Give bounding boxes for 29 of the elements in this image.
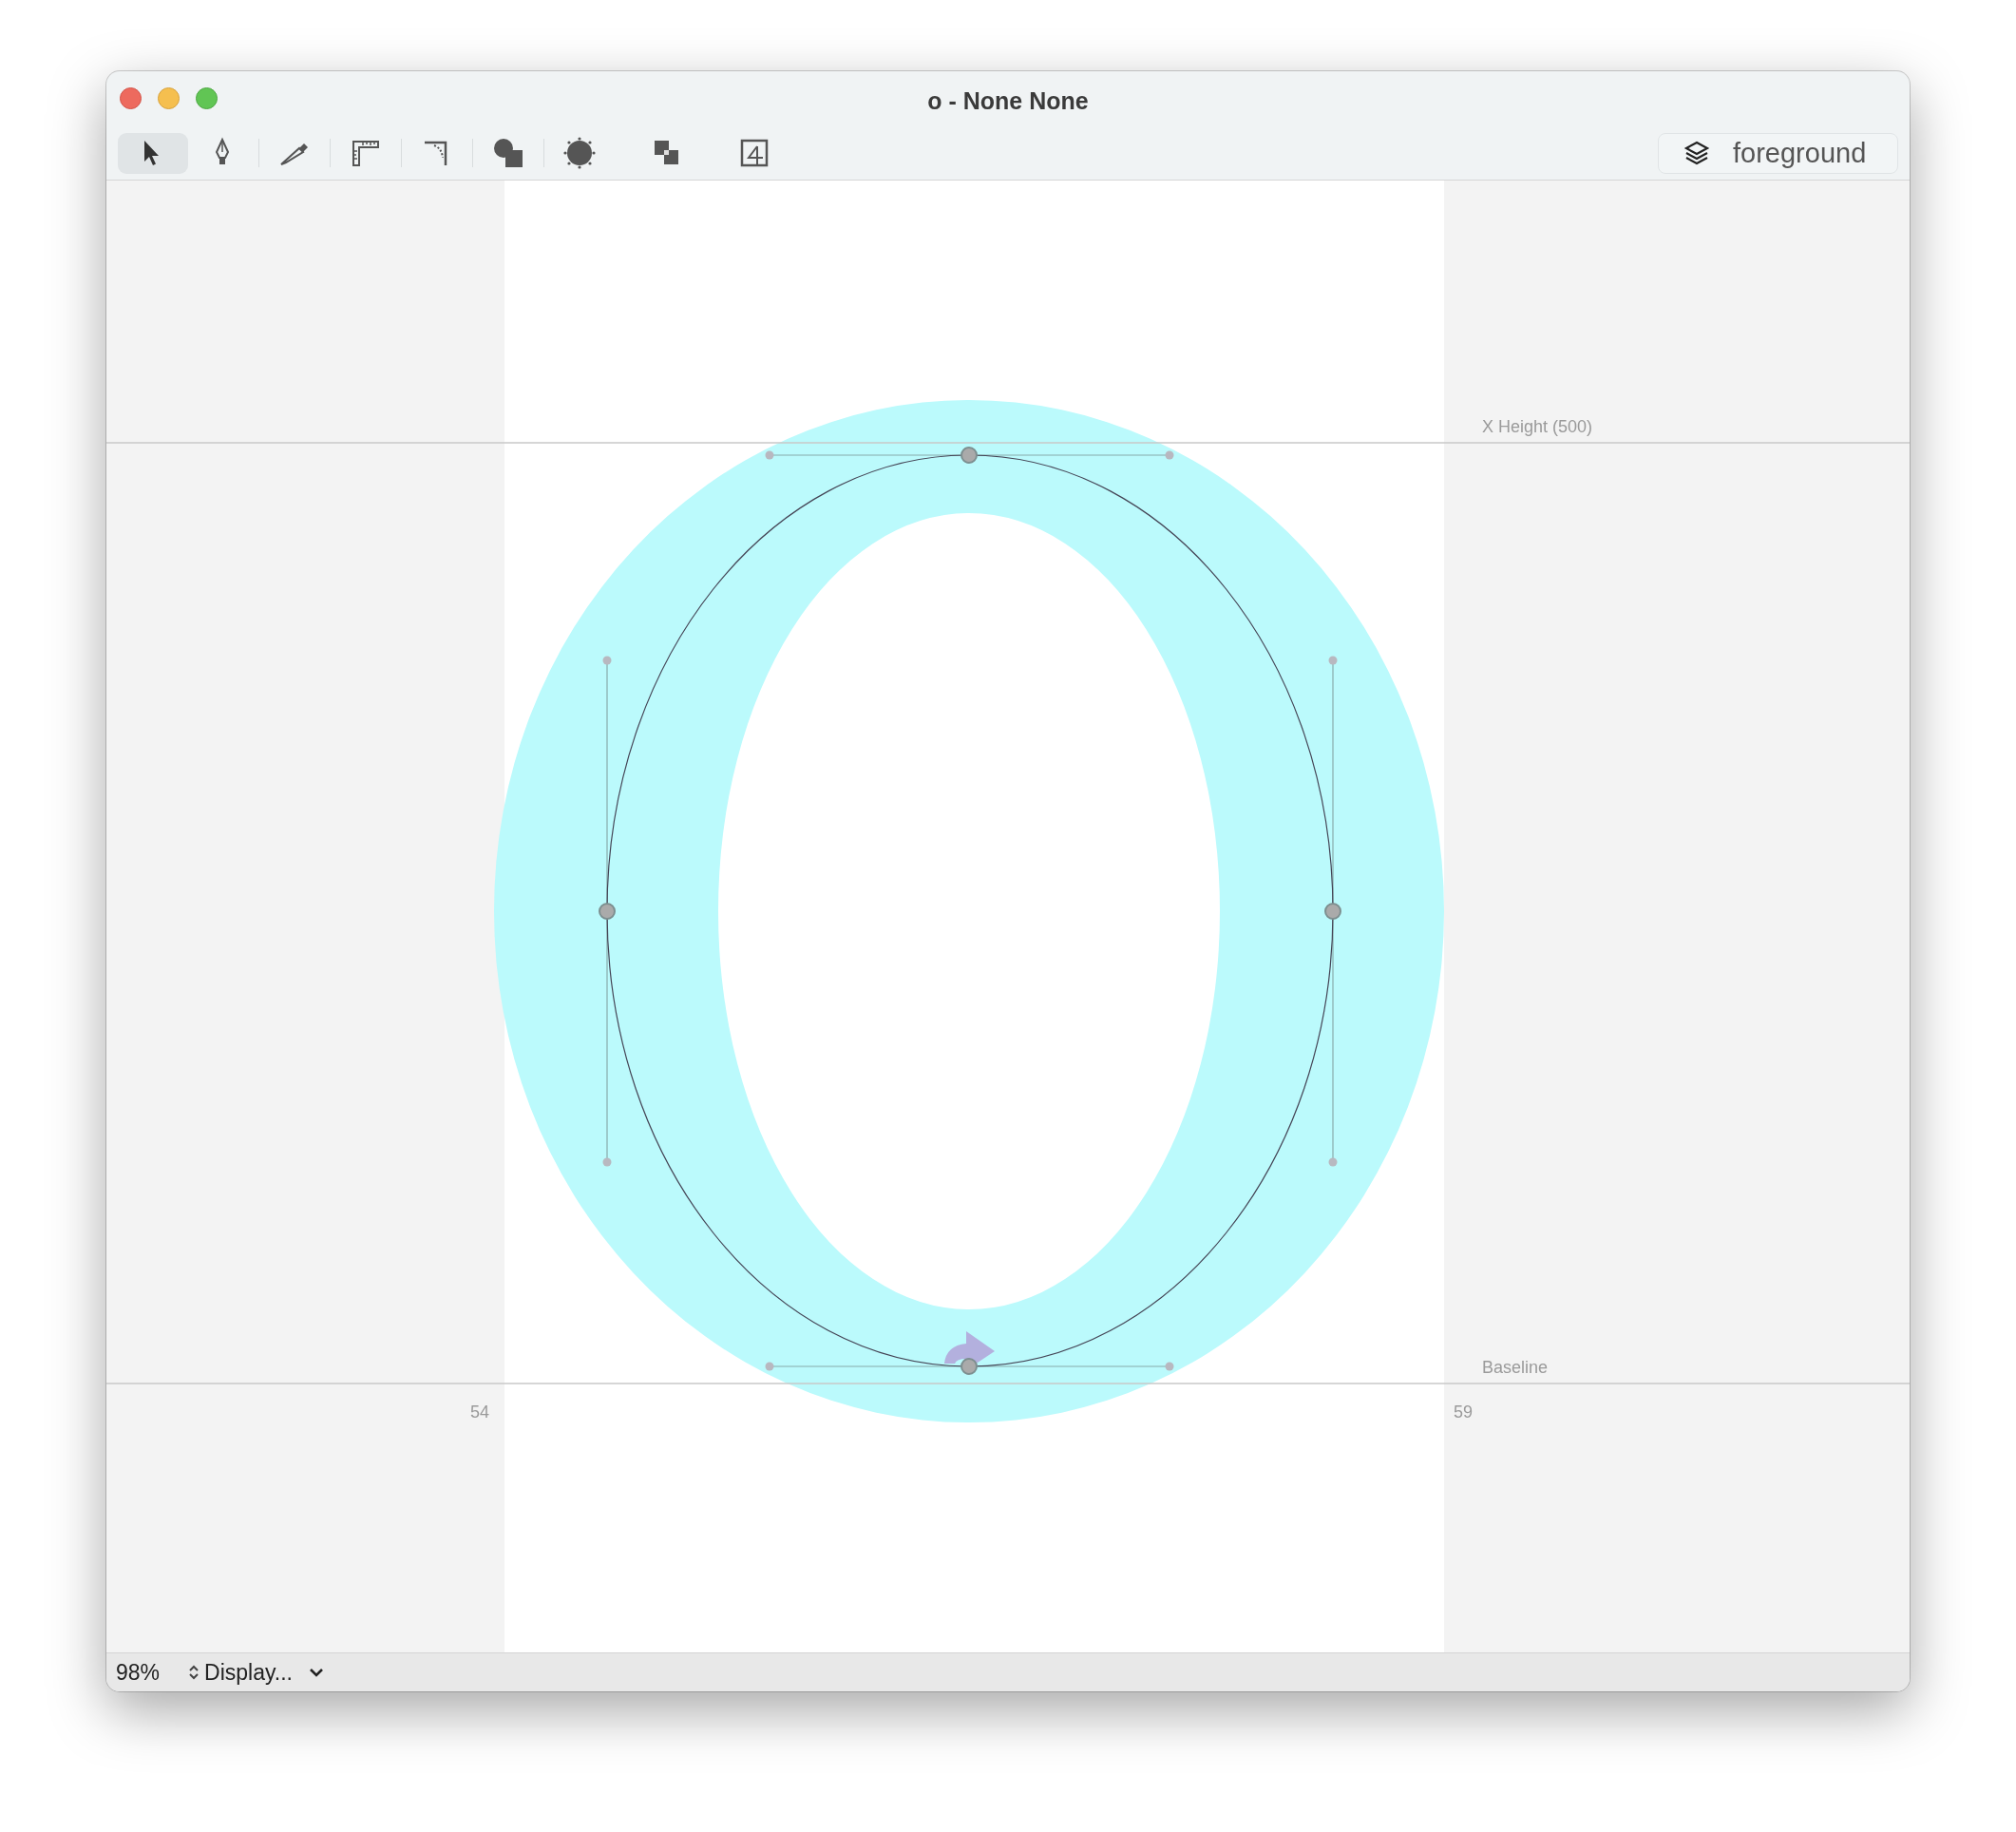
handle-point[interactable] [765,450,774,460]
on-curve-point[interactable] [960,1358,978,1375]
shapes-icon [492,137,524,169]
handle-point[interactable] [1165,1362,1174,1371]
on-curve-point[interactable] [599,903,616,920]
updown-icon [188,1664,200,1681]
zoom-level: 98% [116,1659,161,1686]
close-button[interactable] [120,87,142,109]
sidebearing-value: 59 [1454,1403,1474,1422]
display-dropdown[interactable]: Display... [188,1659,324,1686]
handle-point[interactable] [1165,450,1174,460]
handle-point[interactable] [1328,1157,1338,1167]
on-curve-point[interactable] [960,447,978,464]
window-title: o - None None [927,86,1089,115]
guide-label: X Height (500) [1482,417,1593,436]
layers-icon [1683,140,1710,166]
on-curve-point[interactable] [1324,903,1341,920]
handle-point[interactable] [765,1362,774,1371]
zoom-button[interactable] [196,87,218,109]
handle-point[interactable] [1328,656,1338,665]
minimize-button[interactable] [158,87,180,109]
blob-icon [563,137,596,169]
handle-point[interactable] [602,1157,612,1167]
layer-button[interactable]: foreground [1658,132,1898,174]
sidebearing-value: 54 [470,1403,490,1422]
chevron-down-icon [308,1667,324,1678]
guide-label: Baseline [1482,1358,1549,1377]
tool-button[interactable] [118,132,188,174]
handle-point[interactable] [602,656,612,665]
